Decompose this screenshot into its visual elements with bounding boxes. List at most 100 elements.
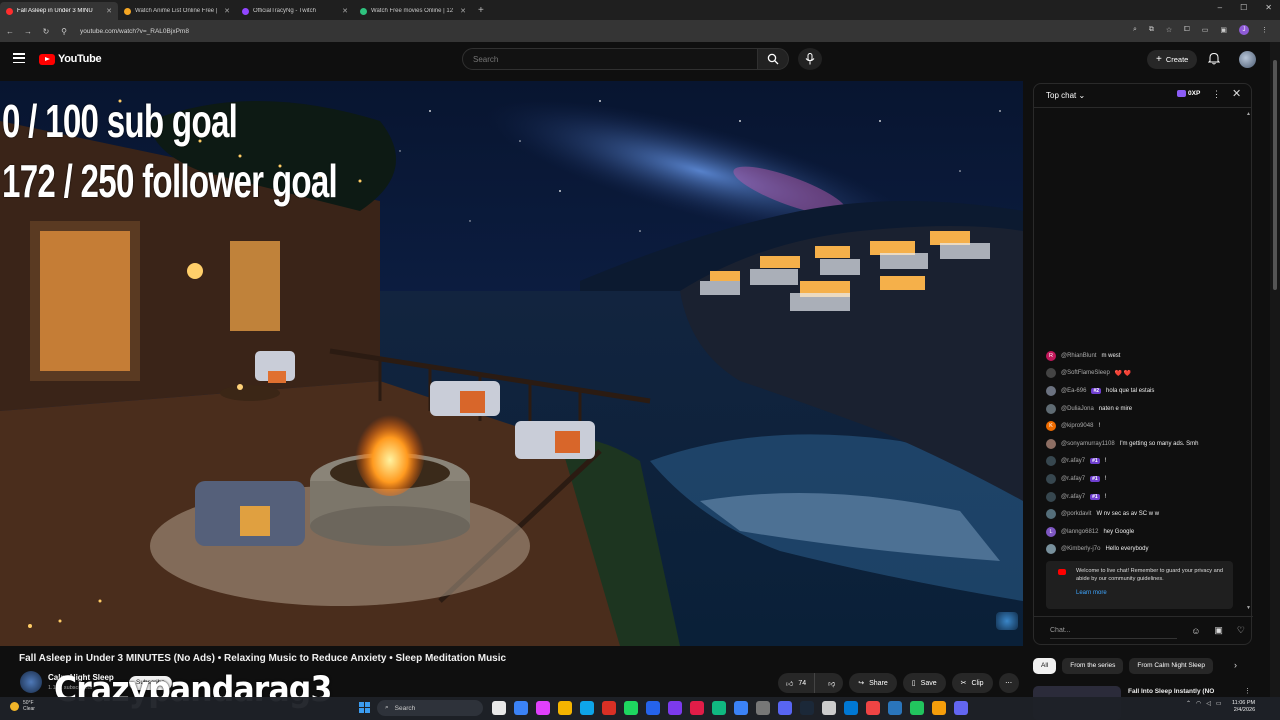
chat-avatar[interactable] (1046, 473, 1056, 484)
voice-search-button[interactable] (798, 48, 822, 70)
top-chat-dropdown[interactable]: Top chat ⌄ (1046, 91, 1085, 100)
close-window-button[interactable]: ✕ (1265, 3, 1272, 12)
tablet-icon[interactable]: ▣ (1220, 26, 1227, 34)
taskbar-app-icon[interactable] (866, 701, 880, 715)
url-field[interactable]: youtube.com/watch?v=_RAL0BjxPm8 (80, 28, 189, 35)
taskbar-app-icon[interactable] (536, 701, 550, 715)
volume-icon[interactable]: ◁ (1206, 700, 1211, 707)
channel-watermark-logo[interactable] (996, 612, 1018, 630)
chat-username[interactable]: @r.afay7 (1061, 494, 1085, 500)
chip-from-channel[interactable]: From Calm Night Sleep (1129, 658, 1213, 674)
tray-chevron-icon[interactable]: ⌃ (1186, 700, 1191, 707)
xp-indicator[interactable]: 0XP (1177, 90, 1200, 97)
recommendation-more-icon[interactable]: ⋮ (1244, 687, 1251, 695)
taskbar-app-icon[interactable] (646, 701, 660, 715)
chat-scroll-down-icon[interactable]: ▼ (1246, 605, 1251, 611)
hamburger-menu-icon[interactable] (13, 53, 25, 63)
battery-icon[interactable]: ▭ (1216, 700, 1222, 707)
account-avatar[interactable] (1239, 51, 1256, 68)
clip-button[interactable]: ✂ Clip (951, 673, 993, 693)
taskbar-app-icon[interactable] (822, 701, 836, 715)
search-button[interactable] (757, 48, 789, 70)
chat-avatar[interactable] (1046, 368, 1056, 379)
cast-icon[interactable]: ⧉ (1149, 26, 1154, 34)
super-chat-icon[interactable]: ▣ (1214, 625, 1223, 636)
create-button[interactable]: + Create (1147, 50, 1198, 69)
minimize-button[interactable]: – (1218, 3, 1222, 12)
video-player[interactable]: 0 / 100 sub goal 172 / 250 follower goal (0, 81, 1023, 646)
chat-username[interactable]: @porkdavit (1061, 511, 1091, 517)
wifi-icon[interactable]: ◠ (1196, 700, 1201, 707)
chat-avatar[interactable]: L (1046, 526, 1056, 537)
chat-username[interactable]: @RhianBlunt (1061, 353, 1096, 359)
chat-username[interactable]: @SoftFlameSleep (1061, 370, 1110, 376)
taskbar-app-icon[interactable] (712, 701, 726, 715)
browser-profile-icon[interactable]: J (1239, 25, 1249, 35)
taskbar-app-icon[interactable] (602, 701, 616, 715)
taskbar-app-icon[interactable] (514, 701, 528, 715)
chat-scroll-up-icon[interactable]: ▲ (1246, 111, 1251, 117)
notifications-button[interactable] (1207, 52, 1221, 70)
page-scrollbar-thumb[interactable] (1273, 60, 1277, 290)
search-input[interactable] (473, 54, 757, 64)
tab-close-icon[interactable]: ✕ (460, 7, 466, 15)
zoom-icon[interactable]: ⌕ (1133, 26, 1137, 34)
chat-avatar[interactable] (1046, 438, 1056, 449)
browser-tab[interactable]: Fall Asleep in Under 3 MINU ✕ (0, 2, 118, 20)
page-scrollbar[interactable] (1270, 42, 1280, 697)
browser-tab[interactable]: Watch Anime List Online Free | ✕ (118, 2, 236, 20)
chat-username[interactable]: @sonyamurray1108 (1061, 441, 1115, 447)
taskbar-app-icon[interactable] (580, 701, 594, 715)
close-chat-icon[interactable]: ✕ (1232, 87, 1241, 100)
chat-username[interactable]: @Kimberly-j7o (1061, 546, 1100, 552)
recommendation-title[interactable]: Fall Into Sleep Instantly (NO (1128, 688, 1214, 695)
dislike-button[interactable]: 👎︎ (820, 673, 843, 693)
chat-avatar[interactable] (1046, 403, 1056, 414)
chat-username[interactable]: @DuliaJona (1061, 406, 1094, 412)
browser-tab[interactable]: OfficialTracyNg - Twitch ✕ (236, 2, 354, 20)
back-icon[interactable]: ← (2, 27, 18, 36)
youtube-logo[interactable]: YouTube (39, 53, 102, 65)
windows-start-icon[interactable] (359, 702, 370, 713)
chips-next-icon[interactable]: › (1234, 660, 1237, 670)
taskbar-app-icon[interactable] (756, 701, 770, 715)
chip-from-series[interactable]: From the series (1062, 658, 1124, 674)
chip-all[interactable]: All (1033, 658, 1057, 674)
taskbar-app-icon[interactable] (800, 701, 814, 715)
tab-close-icon[interactable]: ✕ (224, 7, 230, 15)
taskbar-app-icon[interactable] (734, 701, 748, 715)
like-button[interactable]: 👍︎ 74 (778, 673, 816, 693)
browser-tab[interactable]: Watch Free movies Online | 12 ✕ (354, 2, 472, 20)
chat-username[interactable]: @Ea-696 (1061, 388, 1086, 394)
tab-close-icon[interactable]: ✕ (342, 7, 348, 15)
taskbar-app-icon[interactable] (492, 701, 506, 715)
chat-input[interactable] (1050, 622, 1178, 639)
browser-menu-icon[interactable]: ⋮ (1261, 26, 1268, 34)
search-box[interactable] (462, 48, 758, 70)
chat-more-icon[interactable]: ⋮ (1212, 89, 1221, 100)
more-actions-icon[interactable]: ⋯ (998, 673, 1019, 693)
heart-icon[interactable]: ♡ (1237, 625, 1245, 636)
share-button[interactable]: ↪ Share (849, 673, 897, 693)
taskbar-app-icon[interactable] (954, 701, 968, 715)
new-tab-button[interactable]: + (472, 5, 490, 16)
maximize-button[interactable]: ☐ (1240, 3, 1247, 12)
emoji-icon[interactable]: ☺ (1191, 626, 1200, 636)
reload-icon[interactable]: ↻ (38, 27, 54, 36)
taskbar-app-icon[interactable] (888, 701, 902, 715)
learn-more-link[interactable]: Learn more (1076, 589, 1225, 597)
taskbar-app-icon[interactable] (910, 701, 924, 715)
save-button[interactable]: ▯ Save (902, 673, 946, 693)
chat-avatar[interactable] (1046, 456, 1056, 467)
chat-username[interactable]: @r.afay7 (1061, 476, 1085, 482)
extensions-icon[interactable]: ⧠ (1184, 26, 1190, 34)
sidebar-icon[interactable]: ▭ (1202, 26, 1209, 34)
tab-close-icon[interactable]: ✕ (106, 7, 112, 15)
weather-widget[interactable]: 50°F Clear (10, 700, 35, 712)
chat-avatar[interactable] (1046, 509, 1056, 520)
chat-username[interactable]: @kipro9048 (1061, 423, 1093, 429)
site-info-icon[interactable]: ⚲ (56, 27, 72, 36)
taskbar-app-icon[interactable] (624, 701, 638, 715)
taskbar-search[interactable]: ⌕ Search (377, 700, 483, 716)
channel-avatar[interactable] (20, 671, 42, 693)
